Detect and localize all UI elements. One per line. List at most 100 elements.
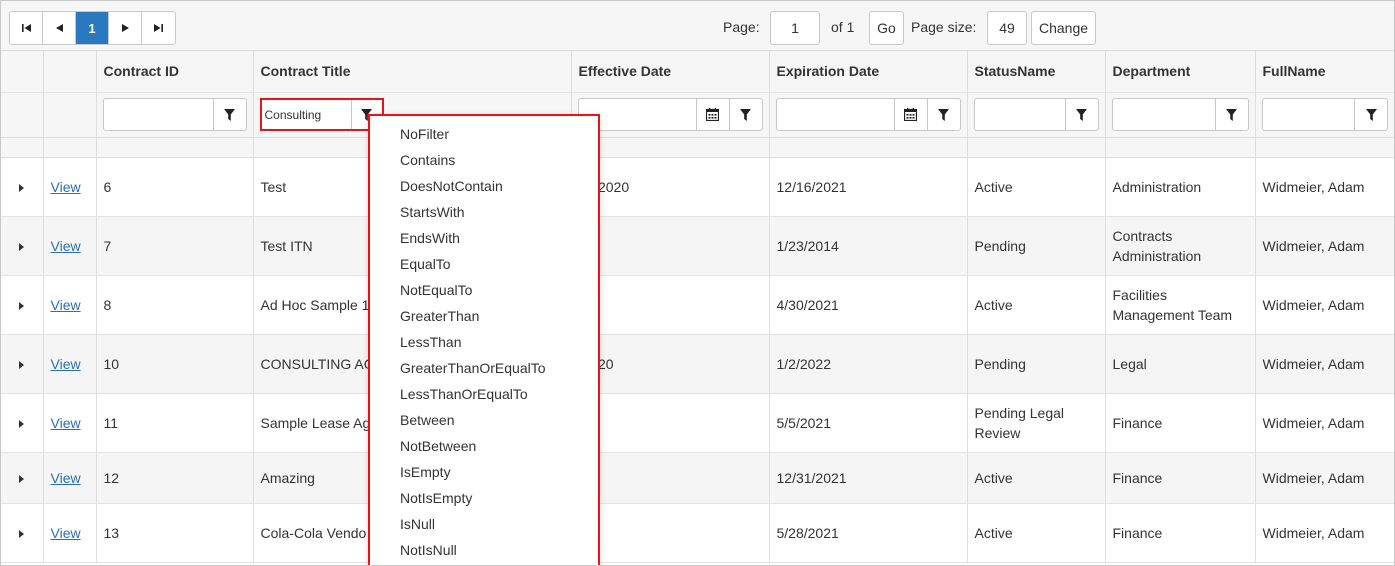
filter-option-isempty[interactable]: IsEmpty bbox=[370, 459, 598, 485]
first-page-icon bbox=[21, 24, 31, 32]
expand-row-button[interactable] bbox=[1, 503, 44, 563]
view-link[interactable]: View bbox=[51, 238, 81, 254]
cell-effective-date bbox=[571, 452, 770, 504]
expiration-date-calendar-button[interactable] bbox=[893, 99, 927, 130]
cell-full-name: Widmeier, Adam bbox=[1255, 452, 1394, 504]
page-count-label: of 1 bbox=[831, 19, 855, 35]
filter-option-notequalto[interactable]: NotEqualTo bbox=[370, 277, 598, 303]
status-name-filter-input[interactable] bbox=[975, 99, 1065, 130]
cell-expiration-date: 5/28/2021 bbox=[769, 503, 968, 563]
filter-option-greaterthanorequalto[interactable]: GreaterThanOrEqualTo bbox=[370, 355, 598, 381]
cell-effective-date bbox=[571, 216, 770, 276]
effective-date-filter-button[interactable] bbox=[728, 99, 762, 130]
view-link[interactable]: View bbox=[51, 525, 81, 541]
filter-option-contains[interactable]: Contains bbox=[370, 147, 598, 173]
cell-contract-id: 6 bbox=[96, 157, 254, 217]
contract-id-filter-input[interactable] bbox=[104, 99, 213, 130]
contracts-grid-panel: 1 Page: 1 of 1 Go Page size: 49 Change C… bbox=[0, 0, 1395, 566]
column-header-status-name[interactable]: StatusName bbox=[967, 51, 1106, 93]
filter-option-startswith[interactable]: StartsWith bbox=[370, 199, 598, 225]
expand-row-button[interactable] bbox=[1, 393, 44, 453]
cell-contract-id: 12 bbox=[96, 452, 254, 504]
expand-row-button[interactable] bbox=[1, 334, 44, 394]
filter-option-isnull[interactable]: IsNull bbox=[370, 511, 598, 537]
expiration-date-filter bbox=[775, 98, 961, 131]
expiration-date-filter-input[interactable] bbox=[777, 99, 894, 130]
table-row: View 12 Amazing 12/31/2021 Active Financ… bbox=[1, 452, 1394, 504]
status-name-filter bbox=[973, 98, 1099, 131]
first-page-button[interactable] bbox=[10, 12, 43, 44]
column-header-contract-id[interactable]: Contract ID bbox=[96, 51, 254, 93]
page-number-input[interactable]: 1 bbox=[770, 11, 820, 45]
column-header-full-name[interactable]: FullName bbox=[1255, 51, 1394, 93]
contract-id-filter-button[interactable] bbox=[212, 99, 246, 130]
view-link[interactable]: View bbox=[51, 415, 81, 431]
cell-status-name: Pending bbox=[967, 216, 1106, 276]
cell-status-name: Active bbox=[967, 452, 1106, 504]
cell-contract-id: 13 bbox=[96, 503, 254, 563]
page-size-input[interactable]: 49 bbox=[987, 11, 1027, 45]
filter-option-lessthan[interactable]: LessThan bbox=[370, 329, 598, 355]
filter-option-nofilter[interactable]: NoFilter bbox=[370, 121, 598, 147]
filter-option-lessthanorequalto[interactable]: LessThanOrEqualTo bbox=[370, 381, 598, 407]
last-page-button[interactable] bbox=[142, 12, 175, 44]
filter-option-endswith[interactable]: EndsWith bbox=[370, 225, 598, 251]
cell-expiration-date: 12/31/2021 bbox=[769, 452, 968, 504]
cell-full-name: Widmeier, Adam bbox=[1255, 503, 1394, 563]
column-header-department[interactable]: Department bbox=[1105, 51, 1256, 93]
filter-row: Consulting bbox=[1, 92, 1394, 138]
column-header-effective-date[interactable]: Effective Date bbox=[571, 51, 770, 93]
filter-option-between[interactable]: Between bbox=[370, 407, 598, 433]
expand-row-button[interactable] bbox=[1, 452, 44, 504]
column-header-action bbox=[43, 51, 97, 93]
pager-buttons: 1 bbox=[9, 11, 176, 45]
contract-id-filter bbox=[102, 98, 247, 131]
filter-option-notbetween[interactable]: NotBetween bbox=[370, 433, 598, 459]
department-filter bbox=[1111, 98, 1249, 131]
calendar-icon bbox=[904, 108, 917, 121]
go-button[interactable]: Go bbox=[869, 11, 904, 45]
filter-option-doesnotcontain[interactable]: DoesNotContain bbox=[370, 173, 598, 199]
cell-department: Finance bbox=[1105, 393, 1256, 453]
filter-option-notisnull[interactable]: NotIsNull bbox=[370, 537, 598, 563]
view-link[interactable]: View bbox=[51, 470, 81, 486]
previous-page-icon bbox=[55, 24, 63, 32]
expand-row-button[interactable] bbox=[1, 275, 44, 335]
view-link[interactable]: View bbox=[51, 297, 81, 313]
cell-full-name: Widmeier, Adam bbox=[1255, 334, 1394, 394]
cell-contract-id: 7 bbox=[96, 216, 254, 276]
next-page-button[interactable] bbox=[109, 12, 142, 44]
filter-icon bbox=[1226, 108, 1237, 121]
department-filter-button[interactable] bbox=[1214, 99, 1248, 130]
change-button[interactable]: Change bbox=[1031, 11, 1096, 45]
expiration-date-filter-button[interactable] bbox=[926, 99, 960, 130]
effective-date-calendar-button[interactable] bbox=[695, 99, 729, 130]
department-filter-input[interactable] bbox=[1113, 99, 1215, 130]
table-row: View 8 Ad Hoc Sample 1 4/30/2021 Active … bbox=[1, 275, 1394, 335]
cell-expiration-date: 12/16/2021 bbox=[769, 157, 968, 217]
filter-icon bbox=[938, 108, 949, 121]
column-header-contract-title[interactable]: Contract Title bbox=[253, 51, 572, 93]
full-name-filter-input[interactable] bbox=[1263, 99, 1355, 130]
expand-row-button[interactable] bbox=[1, 157, 44, 217]
cell-status-name: Active bbox=[967, 157, 1106, 217]
filter-option-greaterthan[interactable]: GreaterThan bbox=[370, 303, 598, 329]
filter-option-equalto[interactable]: EqualTo bbox=[370, 251, 598, 277]
full-name-filter-button[interactable] bbox=[1354, 99, 1387, 130]
cell-status-name: Active bbox=[967, 503, 1106, 563]
current-page-button[interactable]: 1 bbox=[76, 12, 109, 44]
expand-row-button[interactable] bbox=[1, 216, 44, 276]
cell-status-name: Pending bbox=[967, 334, 1106, 394]
column-header-expiration-date[interactable]: Expiration Date bbox=[769, 51, 968, 93]
cell-contract-id: 11 bbox=[96, 393, 254, 453]
status-name-filter-button[interactable] bbox=[1064, 99, 1098, 130]
contract-title-filter-input[interactable]: Consulting bbox=[262, 100, 351, 129]
filter-option-notisempty[interactable]: NotIsEmpty bbox=[370, 485, 598, 511]
view-link[interactable]: View bbox=[51, 179, 81, 195]
table-row: View 11 Sample Lease Ag 5/5/2021 Pending… bbox=[1, 393, 1394, 453]
contracts-table-wrapper: Contract ID Contract Title Effective Dat… bbox=[1, 51, 1394, 563]
expand-arrow-icon bbox=[19, 360, 25, 369]
calendar-icon bbox=[706, 108, 719, 121]
view-link[interactable]: View bbox=[51, 356, 81, 372]
previous-page-button[interactable] bbox=[43, 12, 76, 44]
